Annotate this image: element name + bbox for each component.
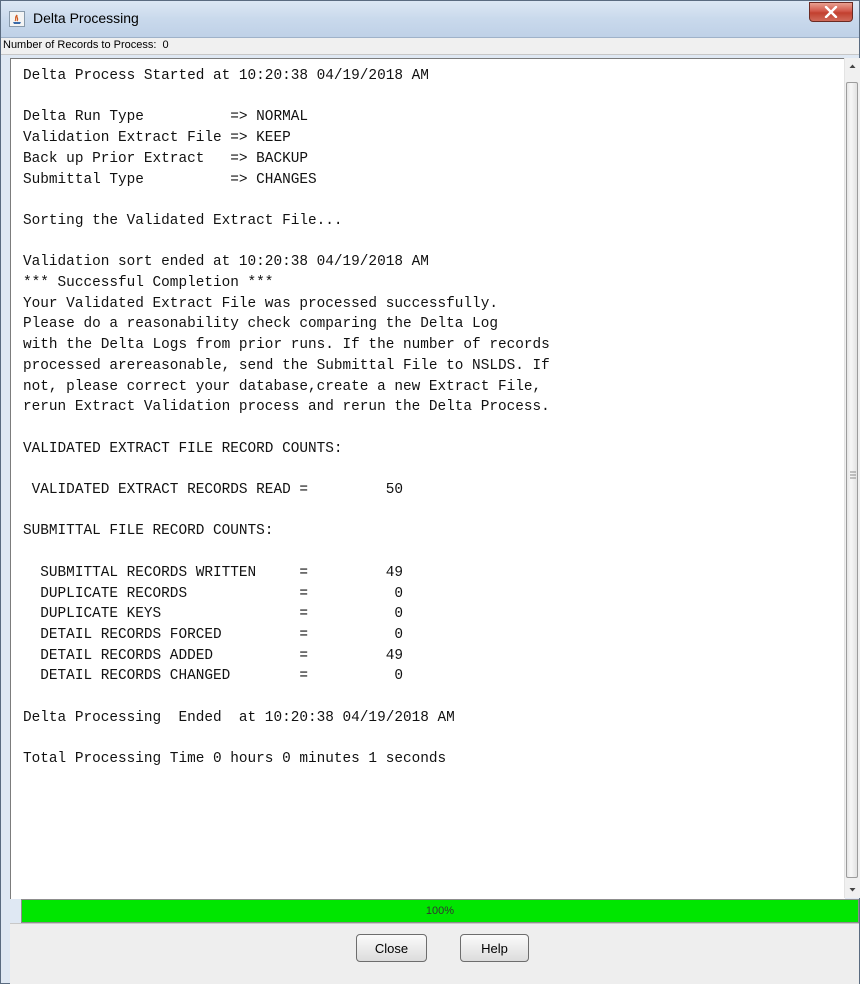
log-content: Delta Process Started at 10:20:38 04/19/… <box>23 66 550 770</box>
arrow-up-icon <box>849 64 856 68</box>
close-button[interactable]: Close <box>356 934 427 962</box>
help-button[interactable]: Help <box>460 934 529 962</box>
records-to-process-value: 0 <box>162 39 169 51</box>
log-line: with the Delta Logs from prior runs. If … <box>23 337 550 354</box>
log-line: DETAIL RECORDS FORCED = 0 <box>23 626 403 643</box>
log-line: not, please correct your database,create… <box>23 378 542 395</box>
scroll-thumb[interactable] <box>846 82 858 878</box>
log-line: Submittal Type => CHANGES <box>23 171 317 188</box>
window-close-button[interactable] <box>809 2 853 22</box>
progress-label: 100% <box>425 905 455 917</box>
log-line: *** Successful Completion *** <box>23 275 274 292</box>
log-line: DUPLICATE KEYS = 0 <box>23 606 403 623</box>
log-line: Delta Processing Ended at 10:20:38 04/19… <box>23 709 455 726</box>
log-line: Your Validated Extract File was processe… <box>23 295 498 312</box>
log-line: VALIDATED EXTRACT RECORDS READ = 50 <box>23 482 403 499</box>
window-title: Delta Processing <box>33 10 139 26</box>
log-line: processed arereasonable, send the Submit… <box>23 357 550 374</box>
scroll-down-button[interactable] <box>845 881 860 898</box>
log-line: SUBMITTAL RECORDS WRITTEN = 49 <box>23 564 403 581</box>
log-line: Please do a reasonability check comparin… <box>23 316 498 333</box>
log-line: Sorting the Validated Extract File... <box>23 212 343 229</box>
log-line: DUPLICATE RECORDS = 0 <box>23 585 403 602</box>
log-line: rerun Extract Validation process and rer… <box>23 399 550 416</box>
log-line: Delta Run Type => NORMAL <box>23 109 308 126</box>
log-text-area[interactable]: Delta Process Started at 10:20:38 04/19/… <box>10 58 845 899</box>
scroll-up-button[interactable] <box>845 58 860 75</box>
log-line: SUBMITTAL FILE RECORD COUNTS: <box>23 523 274 540</box>
grip-icon <box>850 471 856 479</box>
log-line: VALIDATED EXTRACT FILE RECORD COUNTS: <box>23 440 343 457</box>
log-line: Back up Prior Extract => BACKUP <box>23 150 308 167</box>
java-app-icon <box>9 11 25 27</box>
log-line: Total Processing Time 0 hours 0 minutes … <box>23 751 447 768</box>
title-bar[interactable]: Delta Processing <box>1 1 859 38</box>
log-line: Validation sort ended at 10:20:38 04/19/… <box>23 254 429 271</box>
log-line: Delta Process Started at 10:20:38 04/19/… <box>23 68 429 84</box>
records-to-process-bar: Number of Records to Process: 0 <box>1 38 859 55</box>
log-line: DETAIL RECORDS ADDED = 49 <box>23 647 403 664</box>
vertical-scrollbar[interactable] <box>844 58 860 898</box>
records-to-process-label: Number of Records to Process: 0 <box>3 39 169 51</box>
log-line: Validation Extract File => KEEP <box>23 130 291 147</box>
delta-processing-window: Delta Processing Number of Records to Pr… <box>0 0 860 984</box>
arrow-down-icon <box>849 888 856 892</box>
progress-bar: 100% <box>21 899 859 923</box>
close-icon <box>824 6 838 18</box>
button-panel: Close Help <box>10 923 859 984</box>
log-line: DETAIL RECORDS CHANGED = 0 <box>23 668 403 685</box>
